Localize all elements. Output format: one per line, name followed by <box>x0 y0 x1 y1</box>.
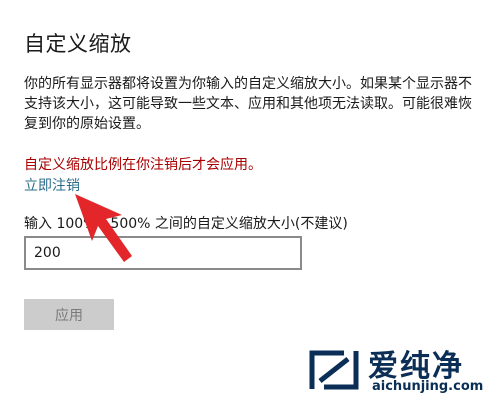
watermark-url: aichunjing.com <box>372 379 484 394</box>
description-text: 你的所有显示器都将设置为你输入的自定义缩放大小。如果某个显示器不 支持该大小，这… <box>24 74 486 134</box>
apply-button[interactable]: 应用 <box>24 299 114 330</box>
custom-scaling-page: 自定义缩放 你的所有显示器都将设置为你输入的自定义缩放大小。如果某个显示器不 支… <box>0 0 500 400</box>
signout-now-link[interactable]: 立即注销 <box>24 175 80 195</box>
description-line-2: 支持该大小，这可能导致一些文本、应用和其他项无法读取。可能很难恢 <box>24 96 472 112</box>
page-title: 自定义缩放 <box>24 32 132 56</box>
description-line-3: 复到你的原始设置。 <box>24 116 150 132</box>
custom-scale-input[interactable] <box>24 236 302 270</box>
watermark: 爱纯净 aichunjing.com <box>306 345 492 397</box>
description-line-1: 你的所有显示器都将设置为你输入的自定义缩放大小。如果某个显示器不 <box>24 76 472 92</box>
red-arrow-icon <box>75 194 132 262</box>
signout-warning: 自定义缩放比例在你注销后才会应用。 <box>24 157 262 173</box>
aichunjing-logo-icon <box>309 350 359 390</box>
scale-input-label: 输入 100% - 500% 之间的自定义缩放大小(不建议) <box>24 216 348 232</box>
